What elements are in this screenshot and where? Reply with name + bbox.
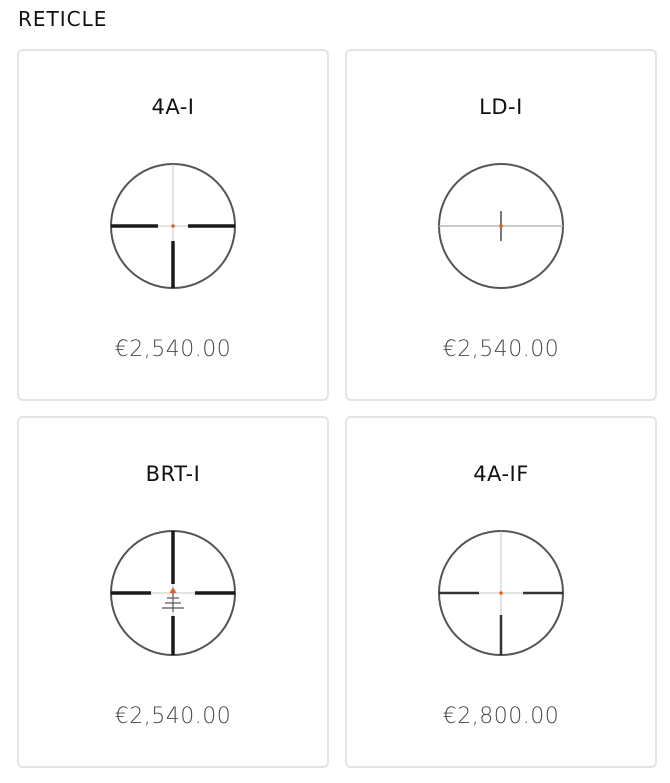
reticle-card-4a-if[interactable]: 4A-IF €2,800.00 <box>345 416 657 768</box>
brt-i-reticle-icon <box>110 530 236 656</box>
section-title: RETICLE <box>18 7 108 31</box>
reticle-price: €2,540.00 <box>114 704 232 729</box>
ld-i-reticle-icon <box>438 163 564 289</box>
reticle-name: BRT-I <box>145 462 201 486</box>
reticle-name: LD-I <box>479 95 523 119</box>
reticle-card-ld-i[interactable]: LD-I €2,540.00 <box>345 49 657 401</box>
4a-if-reticle-icon <box>438 530 564 656</box>
reticle-card-4a-i[interactable]: 4A-I €2,540.00 <box>17 49 329 401</box>
reticle-name: 4A-I <box>151 95 195 119</box>
reticle-price: €2,540.00 <box>442 337 560 362</box>
reticle-card-brt-i[interactable]: BRT-I €2,540.00 <box>17 416 329 768</box>
reticle-price: €2,540.00 <box>114 337 232 362</box>
reticle-price: €2,800.00 <box>442 704 560 729</box>
reticle-name: 4A-IF <box>473 462 529 486</box>
4a-i-reticle-icon <box>110 163 236 289</box>
reticle-grid: 4A-I €2,540.00 LD-I €2,540.00 BRT-I €2,5… <box>17 49 657 768</box>
